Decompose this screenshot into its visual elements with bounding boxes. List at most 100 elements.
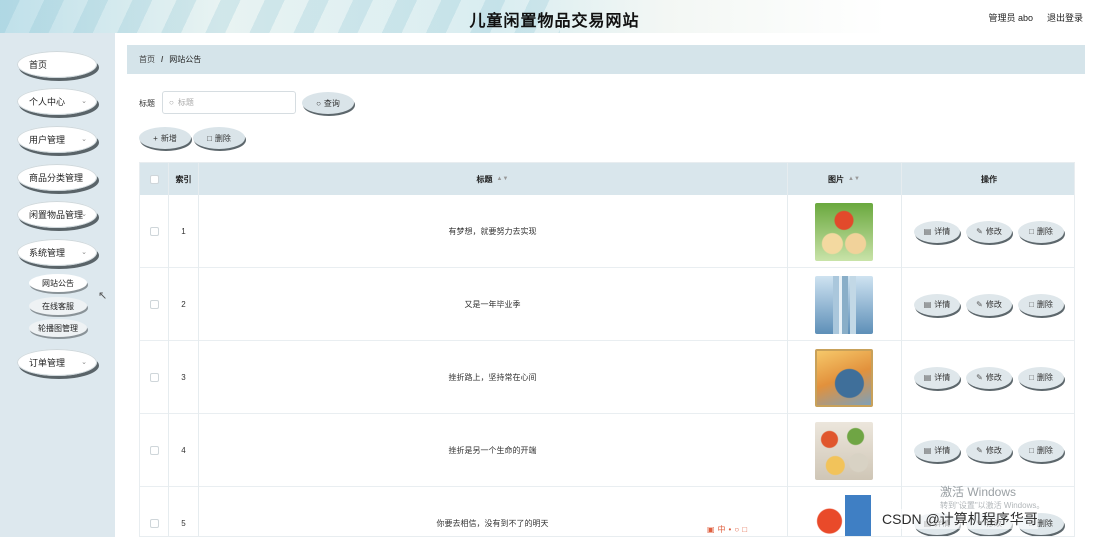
delete-button[interactable]: □删除 bbox=[1018, 439, 1064, 462]
delete-button[interactable]: □删除 bbox=[1018, 220, 1064, 243]
delete-label: 删除 bbox=[1036, 519, 1053, 528]
search-button-label: 查询 bbox=[323, 98, 340, 108]
column-image[interactable]: 图片 ▲▼ bbox=[787, 163, 901, 195]
sidebar-subitem-carousel-management[interactable]: 轮播图管理 bbox=[29, 319, 87, 337]
row-actions: ▤详情 ✎修改 □删除 bbox=[902, 268, 1074, 341]
bulk-delete-button[interactable]: □ 删除 bbox=[193, 127, 245, 149]
sort-icon: ▲▼ bbox=[848, 176, 860, 182]
breadcrumb-home[interactable]: 首页 bbox=[139, 54, 155, 65]
sidebar-item-label: 首页 bbox=[29, 60, 48, 70]
column-actions: 操作 bbox=[981, 174, 997, 184]
trash-icon: □ bbox=[1029, 300, 1034, 309]
row-select-cell bbox=[140, 195, 168, 268]
search-button[interactable]: ○ 查询 bbox=[302, 92, 354, 114]
pencil-icon: ✎ bbox=[976, 227, 983, 236]
row-checkbox[interactable] bbox=[149, 519, 159, 528]
add-button[interactable]: + 新增 bbox=[139, 127, 191, 149]
table-header: 索引 标题 ▲▼ 图片 ▲▼ 操作 bbox=[140, 163, 1074, 195]
sidebar-item-label: 个人中心 bbox=[29, 97, 66, 107]
edit-button[interactable]: ✎修改 bbox=[966, 366, 1012, 389]
chevron-down-icon: ⌄ bbox=[81, 359, 87, 366]
header: 儿童闲置物品交易网站 管理员 abo 退出登录 bbox=[0, 0, 1109, 33]
sidebar-item-category-management[interactable]: 商品分类管理 bbox=[17, 164, 97, 191]
column-index: 索引 bbox=[175, 174, 192, 184]
row-checkbox[interactable] bbox=[149, 227, 159, 236]
sidebar-subitem-announcements[interactable]: 网站公告 bbox=[29, 274, 87, 292]
sidebar-item-system-management[interactable]: 系统管理 ⌄ bbox=[17, 239, 97, 266]
delete-label: 删除 bbox=[1036, 227, 1053, 236]
row-title: 又是一年毕业季 bbox=[464, 300, 521, 309]
sidebar-item-user-management[interactable]: 用户管理 ⌄ bbox=[17, 126, 97, 153]
sidebar-item-personal-center[interactable]: 个人中心 ⌄ bbox=[17, 88, 97, 115]
column-title[interactable]: 标题 ▲▼ bbox=[198, 163, 787, 195]
painting-thumbnail-image bbox=[815, 348, 873, 407]
column-divider bbox=[787, 163, 788, 536]
pencil-icon: ✎ bbox=[976, 373, 983, 382]
row-checkbox[interactable] bbox=[149, 446, 159, 455]
pencil-icon: ✎ bbox=[976, 446, 983, 455]
row-index: 1 bbox=[181, 227, 186, 236]
row-checkbox[interactable] bbox=[149, 373, 159, 382]
edit-button[interactable]: ✎修改 bbox=[966, 220, 1012, 243]
delete-label: 删除 bbox=[1036, 300, 1053, 309]
mouse-cursor-icon: ↖ bbox=[98, 290, 108, 302]
search-label: 标题 bbox=[139, 99, 155, 108]
delete-button[interactable]: □删除 bbox=[1018, 293, 1064, 316]
sidebar-subitem-label: 在线客服 bbox=[42, 301, 74, 311]
row-select-cell bbox=[140, 414, 168, 487]
edit-label: 修改 bbox=[985, 446, 1002, 455]
breadcrumb-separator: / bbox=[161, 55, 164, 64]
row-image-cell bbox=[787, 414, 901, 487]
breadcrumb: 首页 / 网站公告 bbox=[127, 45, 1085, 74]
row-title: 你要去相信，没有到不了的明天 bbox=[436, 519, 549, 528]
column-image-label: 图片 bbox=[828, 174, 845, 184]
edit-button[interactable]: ✎修改 bbox=[966, 293, 1012, 316]
pencil-icon: ✎ bbox=[976, 300, 983, 309]
trash-icon: □ bbox=[1029, 227, 1034, 236]
detail-button[interactable]: ▤详情 bbox=[914, 366, 960, 389]
row-index: 4 bbox=[181, 446, 186, 455]
row-actions: ▤详情 ✎修改 □删除 bbox=[902, 195, 1074, 268]
chevron-down-icon: ⌄ bbox=[81, 98, 87, 105]
add-button-label: 新增 bbox=[160, 133, 177, 143]
row-select-cell bbox=[140, 268, 168, 341]
row-checkbox[interactable] bbox=[149, 300, 159, 309]
edit-label: 修改 bbox=[985, 300, 1002, 309]
edit-button[interactable]: ✎修改 bbox=[966, 439, 1012, 462]
row-image-cell bbox=[787, 341, 901, 414]
sidebar-item-order-management[interactable]: 订单管理 ⌄ bbox=[17, 349, 97, 376]
detail-button[interactable]: ▤详情 bbox=[914, 293, 960, 316]
chevron-down-icon: ⌄ bbox=[81, 249, 87, 256]
detail-button[interactable]: ▤详情 bbox=[914, 439, 960, 462]
sidebar-item-idle-items-management[interactable]: 闲置物品管理 ⌄ bbox=[17, 201, 97, 228]
bottles-thumbnail-image bbox=[815, 275, 873, 334]
column-divider bbox=[168, 163, 169, 536]
detail-button[interactable]: ▤详情 bbox=[914, 220, 960, 243]
row-title: 挫折是另一个生命的开端 bbox=[448, 446, 537, 455]
sidebar-subitem-online-service[interactable]: 在线客服 bbox=[29, 297, 87, 315]
sidebar-item-label: 用户管理 bbox=[29, 135, 66, 145]
row-actions: ▤详情 ✎修改 □删除 bbox=[902, 341, 1074, 414]
sidebar-item-label: 订单管理 bbox=[29, 358, 66, 368]
table-row: 1 有梦想，就要努力去实现 ▤ 详情 ✎ 修改 □ 删除 bbox=[140, 195, 1074, 268]
sidebar-item-home[interactable]: 首页 bbox=[17, 51, 97, 78]
document-icon: ▤ bbox=[923, 373, 932, 382]
site-title: 儿童闲置物品交易网站 bbox=[469, 13, 640, 30]
sidebar-item-label: 商品分类管理 bbox=[29, 173, 84, 183]
breadcrumb-current: 网站公告 bbox=[169, 55, 202, 64]
search-icon: ○ bbox=[169, 98, 174, 107]
select-all-cell bbox=[140, 163, 168, 195]
row-index: 2 bbox=[181, 300, 186, 309]
cleaning-thumbnail-image bbox=[815, 495, 873, 536]
detail-label: 详情 bbox=[934, 373, 951, 382]
select-all-checkbox[interactable] bbox=[149, 174, 159, 184]
delete-button[interactable]: □删除 bbox=[1018, 366, 1064, 389]
search-placeholder: 标题 bbox=[177, 98, 194, 107]
row-image-cell bbox=[787, 195, 901, 268]
column-divider bbox=[901, 163, 902, 536]
logout-link[interactable]: 退出登录 bbox=[1047, 11, 1083, 24]
search-input[interactable]: ○ 标题 bbox=[162, 91, 296, 114]
trash-icon: □ bbox=[1029, 446, 1034, 455]
trash-icon: □ bbox=[1029, 373, 1034, 382]
row-image-cell bbox=[787, 268, 901, 341]
